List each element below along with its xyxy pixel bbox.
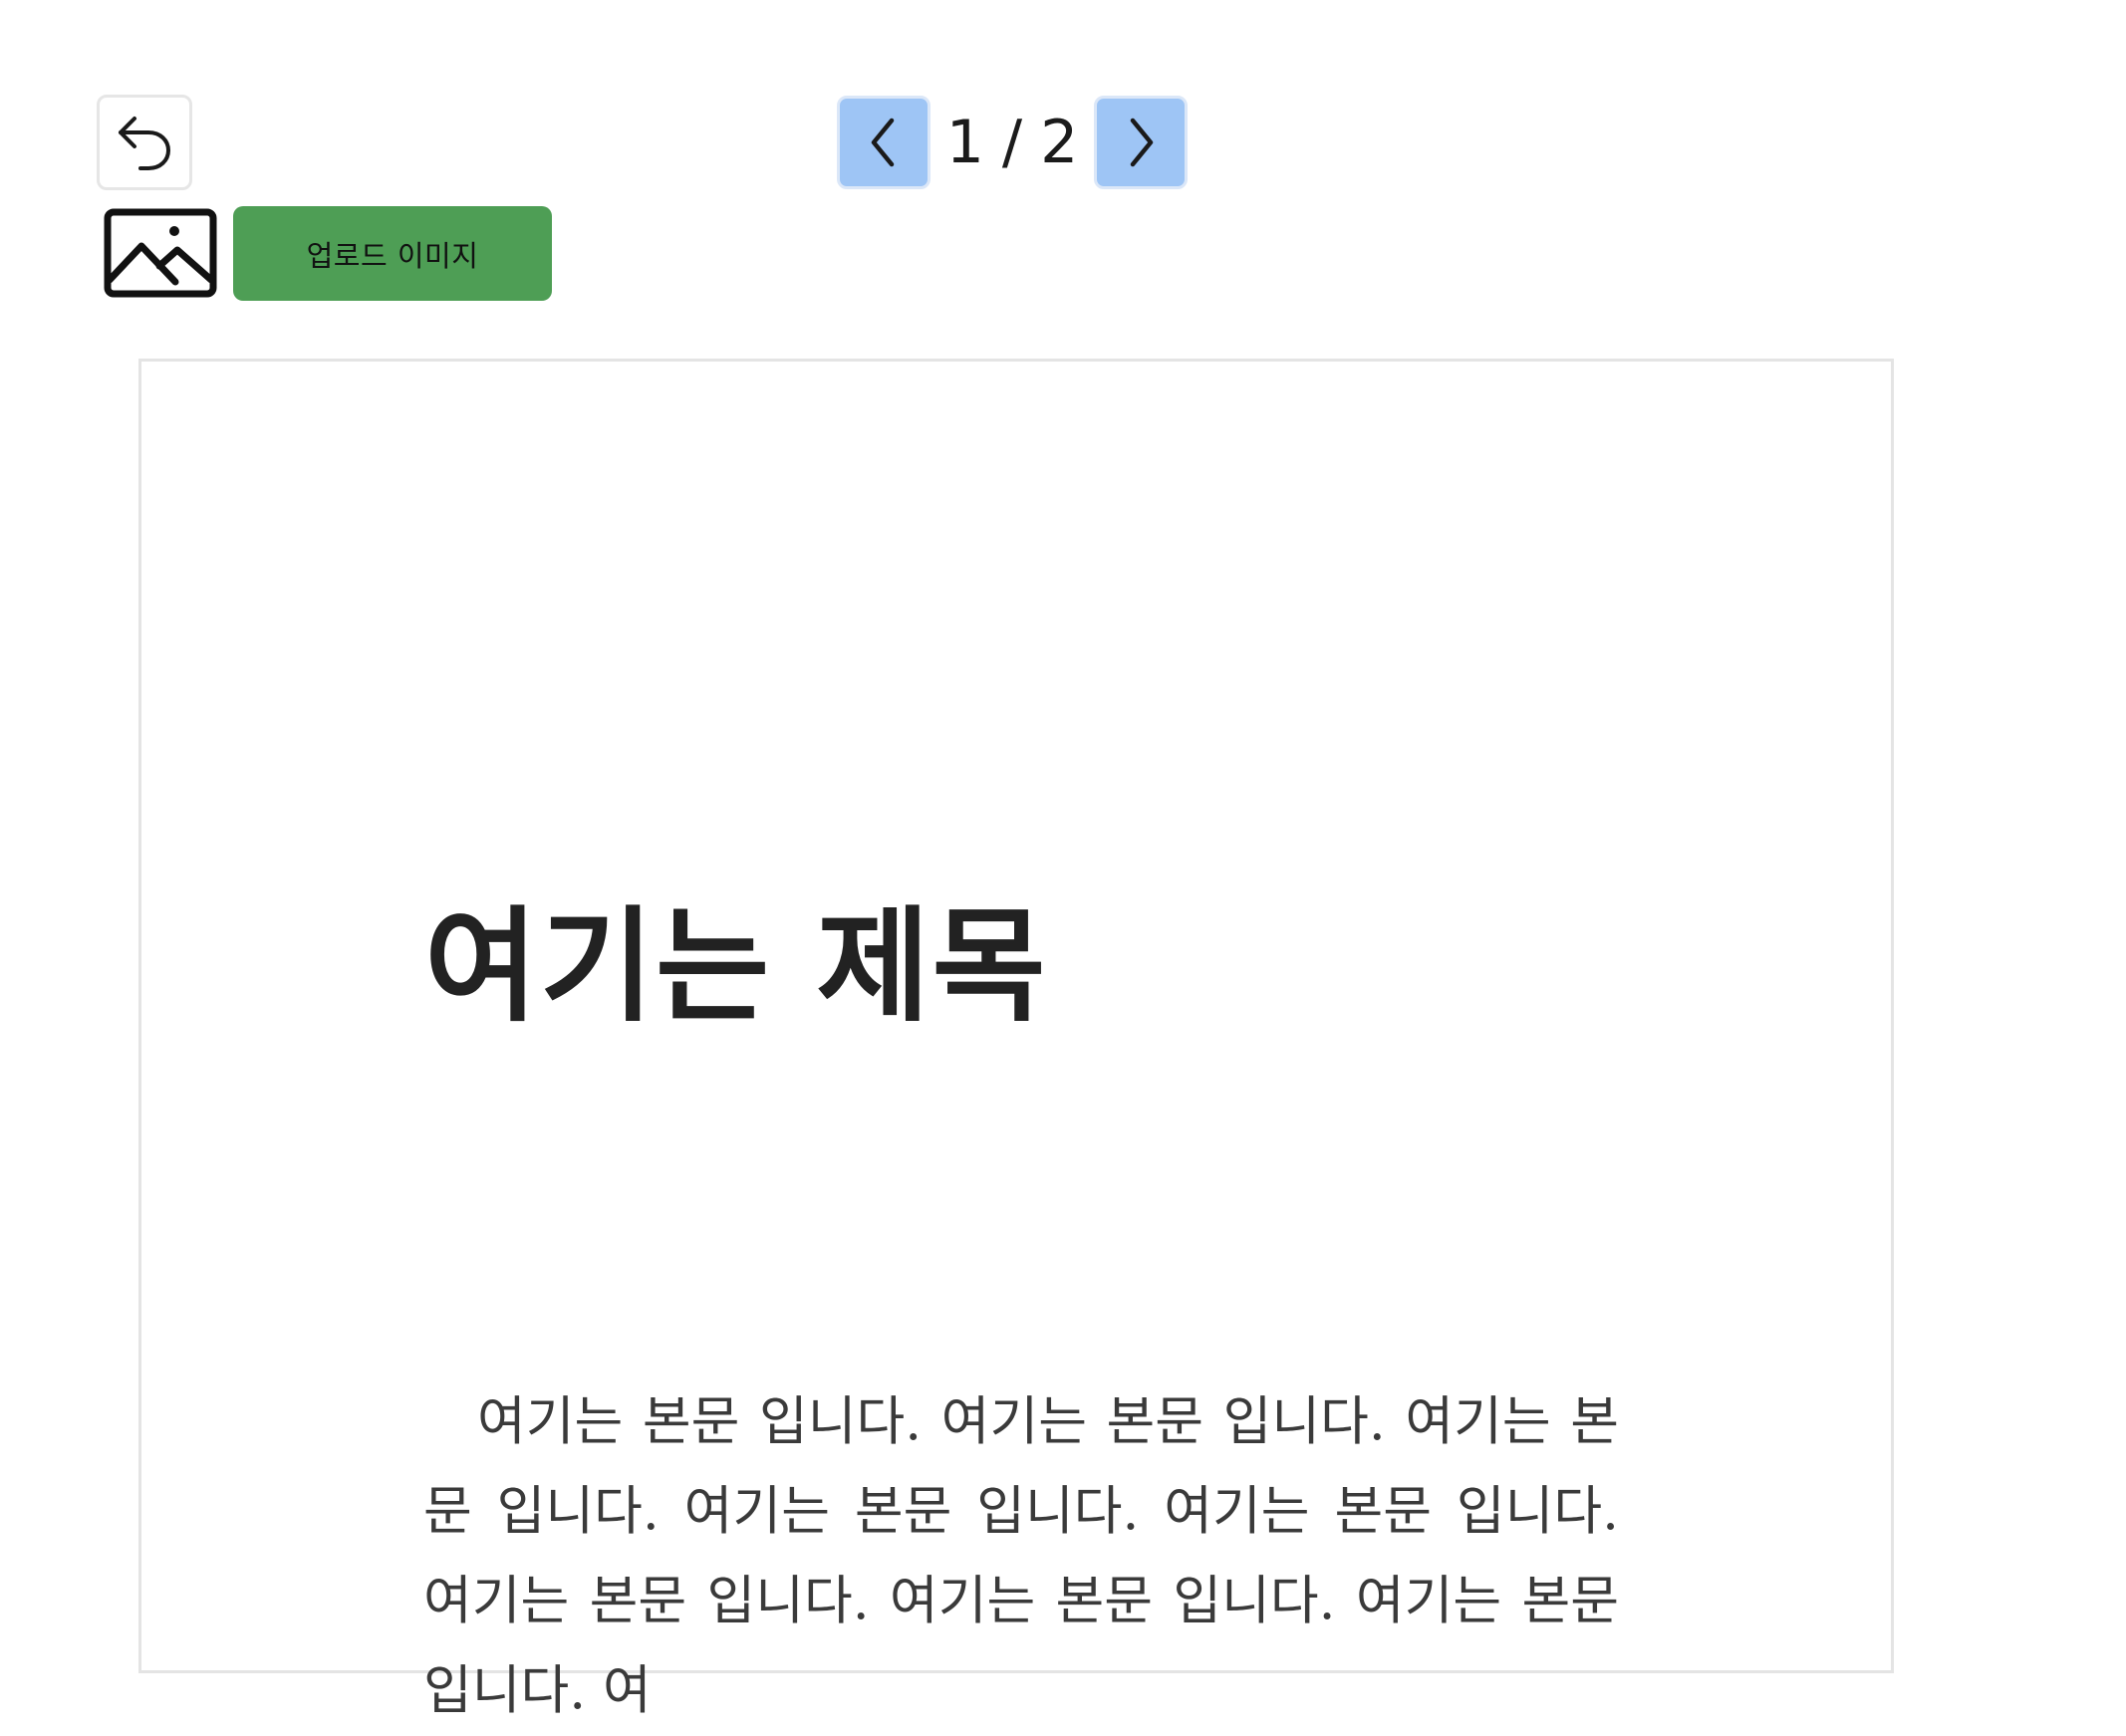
upload-image-button[interactable]: 업로드 이미지 xyxy=(233,206,552,301)
chevron-right-icon xyxy=(1130,118,1154,167)
pagination: 1 / 2 xyxy=(837,94,1188,191)
document-page: 여기는 제목 여기는 본문 입니다. 여기는 본문 입니다. 여기는 본문 입니… xyxy=(138,359,1894,1721)
total-page-count: 2 xyxy=(1040,108,1079,177)
previous-page-button[interactable] xyxy=(837,96,930,189)
undo-button[interactable] xyxy=(97,95,192,190)
current-page-number: 1 xyxy=(945,108,984,177)
undo-arrow-icon xyxy=(119,117,170,170)
document-body[interactable]: 여기는 본문 입니다. 여기는 본문 입니다. 여기는 본문 입니다. 여기는 … xyxy=(423,1377,1619,1736)
chevron-left-icon xyxy=(871,118,895,167)
next-page-button[interactable] xyxy=(1094,96,1188,189)
document-title[interactable]: 여기는 제목 xyxy=(424,905,1048,1029)
image-icon[interactable] xyxy=(104,208,217,298)
page-indicator: 1 / 2 xyxy=(930,113,1094,172)
page-separator: / xyxy=(1001,108,1023,177)
